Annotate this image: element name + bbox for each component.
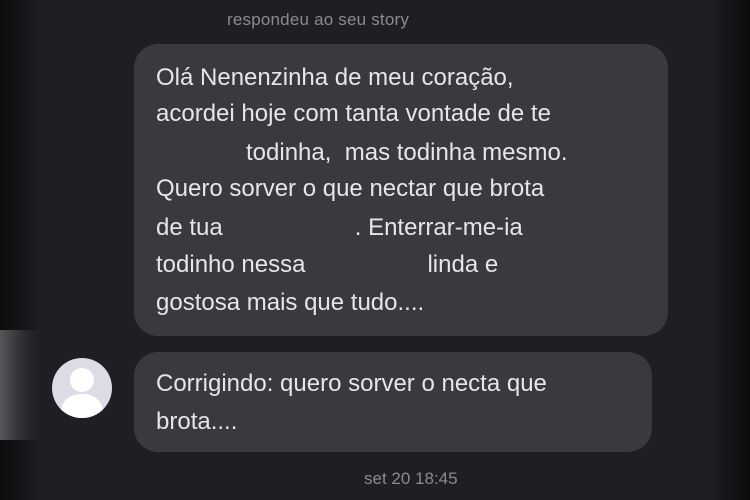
- message-line: todinha, mas todinha mesmo.: [156, 135, 568, 171]
- sender-avatar[interactable]: [52, 358, 112, 418]
- message-bubble-2[interactable]: Corrigindo: quero sorver o necta que bro…: [134, 352, 652, 452]
- message-text: de tua: [156, 214, 223, 241]
- message-text: todinho nessa: [156, 251, 306, 278]
- bezel-glare: [0, 330, 40, 440]
- message-line: gostosa mais que tudo....: [156, 289, 425, 316]
- message-text: todinha, mas todinha mesmo.: [246, 139, 568, 166]
- user-silhouette-icon: [60, 368, 104, 418]
- message-line: brota....: [156, 408, 238, 435]
- message-line: todinho nessa linda e: [156, 247, 498, 283]
- left-bezel: [0, 0, 40, 500]
- right-bezel: [712, 0, 750, 500]
- message-line: Quero sorver o que nectar que brota: [156, 175, 545, 202]
- message-text: . Enterrar-me-ia: [354, 214, 523, 241]
- message-line: acordei hoje com tanta vontade de te: [156, 100, 551, 127]
- message-line: Olá Nenenzinha de meu coração,: [156, 64, 514, 91]
- message-bubble-1[interactable]: Olá Nenenzinha de meu coração, acordei h…: [134, 44, 668, 336]
- story-reply-caption: respondeu ao seu story: [227, 10, 410, 29]
- message-text: linda e: [427, 251, 499, 278]
- message-timestamp: set 20 18:45: [364, 469, 458, 488]
- message-line: Corrigindo: quero sorver o necta que: [156, 370, 547, 397]
- message-line: de tua . Enterrar-me-ia: [156, 210, 523, 246]
